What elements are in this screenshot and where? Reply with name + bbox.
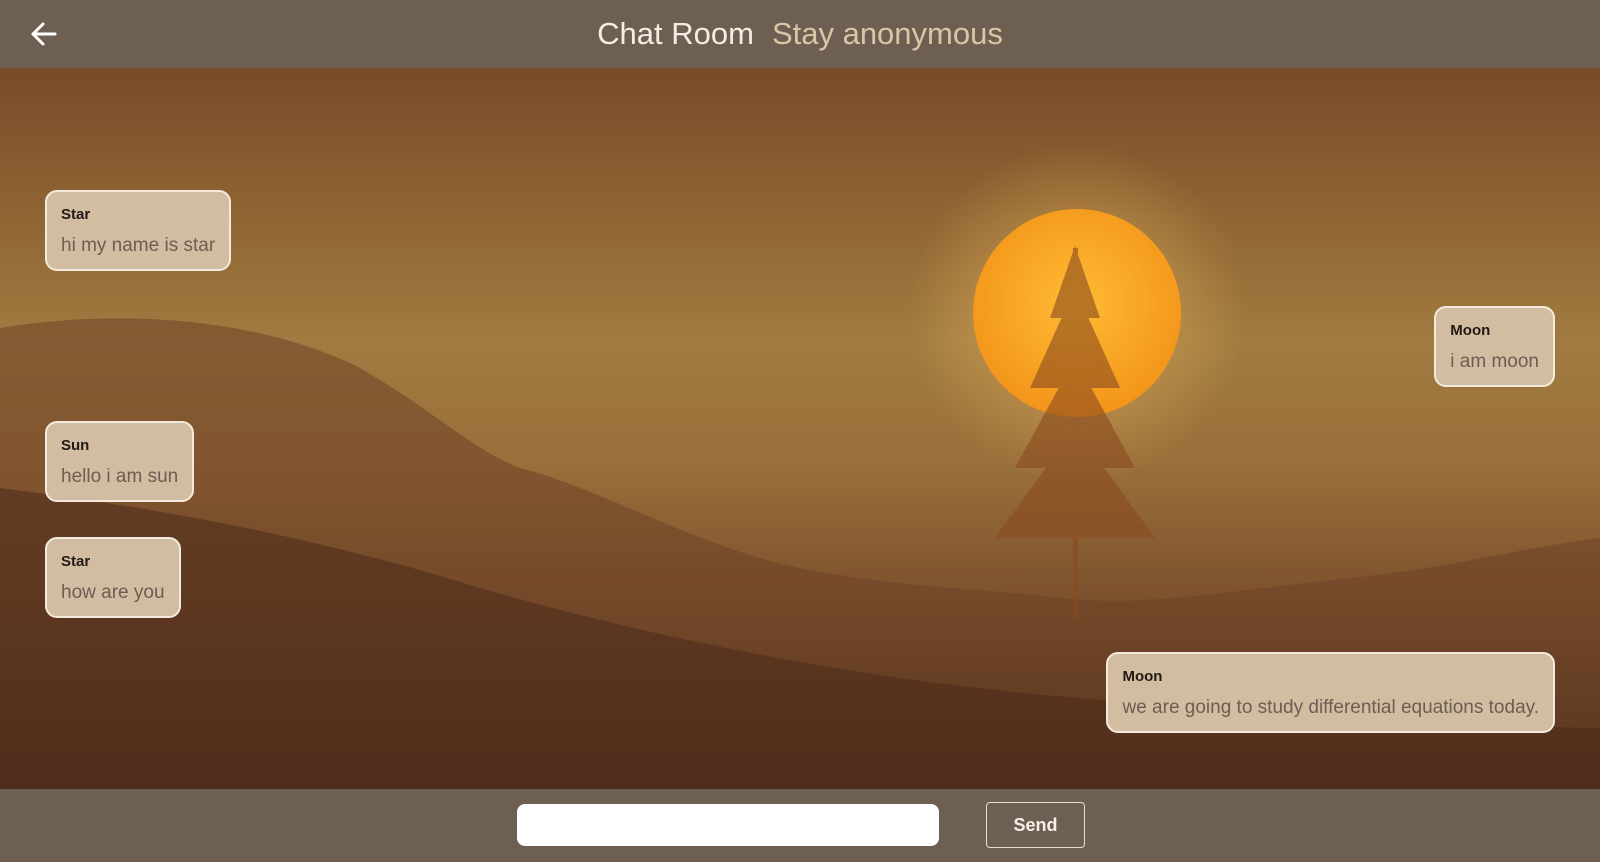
title-group: Chat Room Stay anonymous [597,16,1003,52]
message-sender: Moon [1450,322,1491,339]
arrow-left-icon [31,22,57,46]
message-sender: Moon [1122,668,1163,685]
page-title: Chat Room [597,16,754,51]
composer-bar: Send [0,789,1600,862]
app-header: Chat Room Stay anonymous [0,0,1600,68]
message-bubble: Moon i am moon [1434,306,1555,387]
message-bubble: Star hi my name is star [45,190,232,271]
message-sender: Star [61,206,91,223]
message-sender: Star [61,553,91,570]
message-sender: Sun [61,437,90,454]
page-subtitle: Stay anonymous [771,16,1003,51]
message-text: hi my name is star [61,235,216,256]
message-text: hello i am sun [61,466,179,487]
message-input[interactable] [517,804,939,846]
message-text: we are going to study differential equat… [1122,697,1539,718]
chat-area: Star hi my name is star Moon i am moon S… [0,68,1600,789]
message-text: i am moon [1450,351,1539,372]
send-button[interactable]: Send [986,802,1085,848]
message-bubble: Star how are you [45,537,181,618]
message-text: how are you [61,582,165,603]
message-bubble: Sun hello i am sun [45,421,195,502]
message-bubble: Moon we are going to study differential … [1106,652,1555,733]
back-button[interactable] [26,16,62,52]
